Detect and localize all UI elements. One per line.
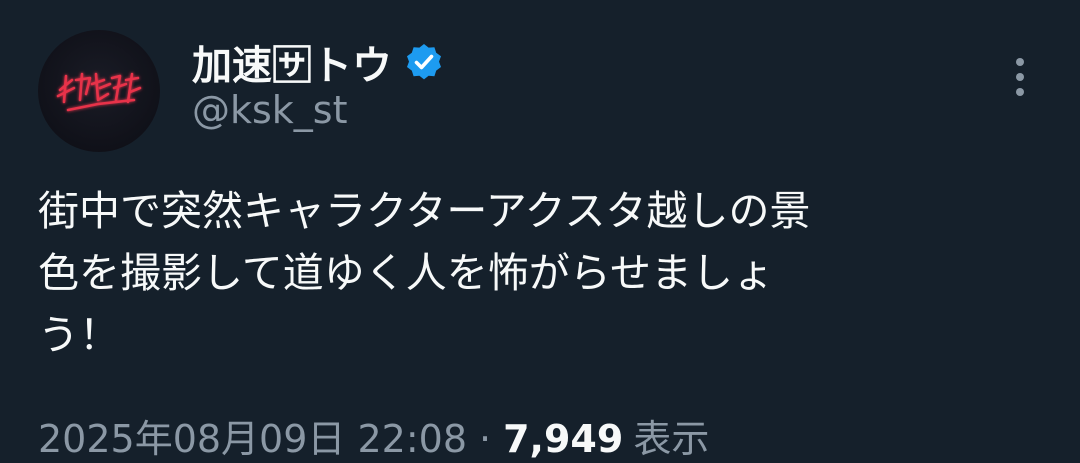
tweet-text-line: う！: [38, 311, 120, 359]
avatar-neon-signature-icon: [56, 72, 142, 112]
author-handle[interactable]: @ksk_st: [192, 88, 348, 132]
views-label[interactable]: 表示: [633, 408, 709, 463]
tweet-card: 加速🈂トウ @ksk_st 街中で突然キャラクターアクスタ越しの景 色を撮影して…: [0, 0, 1080, 461]
tweet-meta: 2025年08月09日 22:08 · 7,949 表示: [38, 408, 709, 463]
tweet-text-line: 街中で突然キャラクターアクスタ越しの景: [38, 187, 811, 235]
more-vertical-icon: [1016, 58, 1024, 96]
more-options-button[interactable]: [1000, 52, 1040, 102]
tweet-text-line: 色を撮影して道ゆく人を怖がらせましょ: [38, 249, 774, 297]
timestamp[interactable]: 2025年08月09日 22:08: [38, 408, 467, 463]
display-name[interactable]: 加速🈂トウ: [192, 33, 392, 91]
tweet-text: 街中で突然キャラクターアクスタ越しの景 色を撮影して道ゆく人を怖がらせましょ う…: [38, 180, 1028, 366]
author-name-row[interactable]: 加速🈂トウ: [192, 34, 444, 90]
meta-separator: ·: [479, 417, 492, 461]
verified-badge-icon: [404, 42, 444, 82]
avatar[interactable]: [38, 30, 160, 152]
views-count[interactable]: 7,949: [503, 417, 623, 461]
